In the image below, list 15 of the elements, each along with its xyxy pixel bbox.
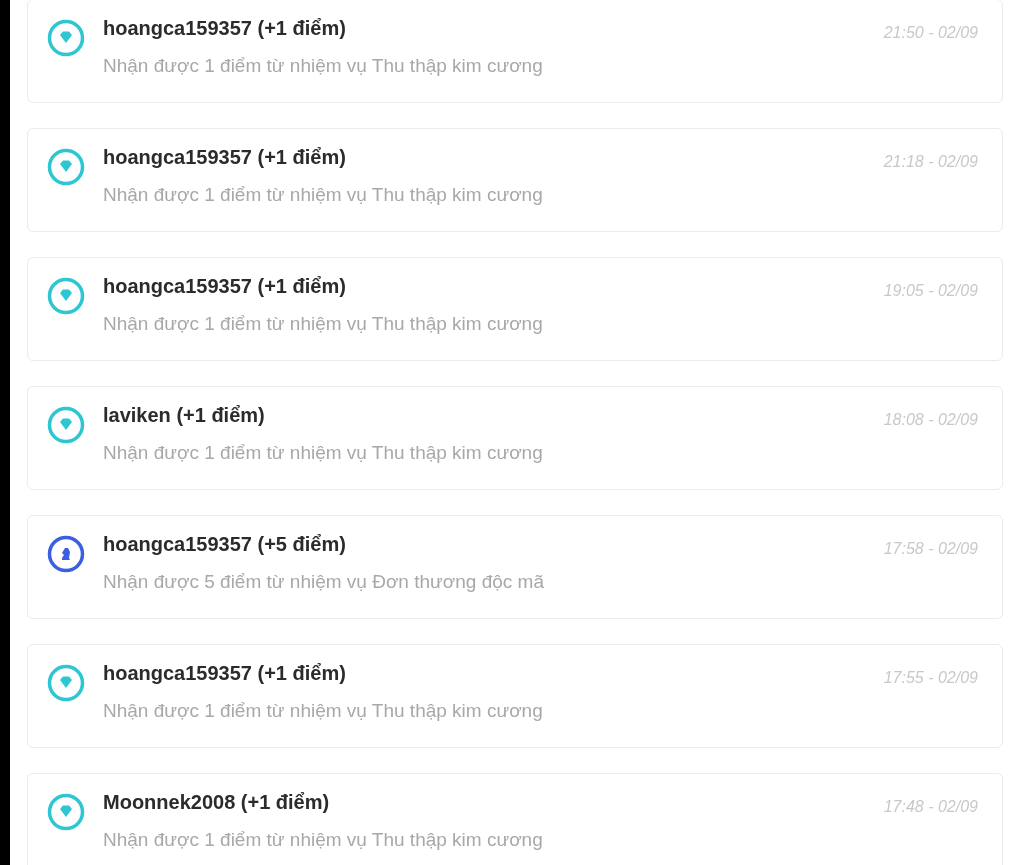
notification-description: Nhận được 1 điểm từ nhiệm vụ Thu thập kim cương <box>103 828 544 852</box>
notification-title: hoangca159357 (+1 điểm) <box>103 661 347 686</box>
notification-title: hoangca159357 (+1 điểm) <box>103 16 347 41</box>
notification-title: Moonnek2008 (+1 điểm) <box>103 790 331 815</box>
notification-description: Nhận được 1 điểm từ nhiệm vụ Thu thập kim cương <box>103 441 544 465</box>
notification-description: Nhận được 1 điểm từ nhiệm vụ Thu thập kim cương <box>103 312 544 336</box>
notification-title: hoangca159357 (+5 điểm) <box>103 532 347 557</box>
notification-title: hoangca159357 (+1 điểm) <box>103 274 347 299</box>
notification-title: hoangca159357 (+1 điểm) <box>103 145 347 170</box>
notification-description: Nhận được 5 điểm từ nhiệm vụ Đơn thương độc mã <box>103 570 545 594</box>
notification-description: Nhận được 1 điểm từ nhiệm vụ Thu thập kim cương <box>103 699 544 723</box>
notification-title: laviken (+1 điểm) <box>103 403 266 428</box>
chess-knight-icon <box>47 535 85 573</box>
notification-description: Nhận được 1 điểm từ nhiệm vụ Thu thập kim cương <box>103 183 544 207</box>
notification-description: Nhận được 1 điểm từ nhiệm vụ Thu thập kim cương <box>103 54 544 78</box>
